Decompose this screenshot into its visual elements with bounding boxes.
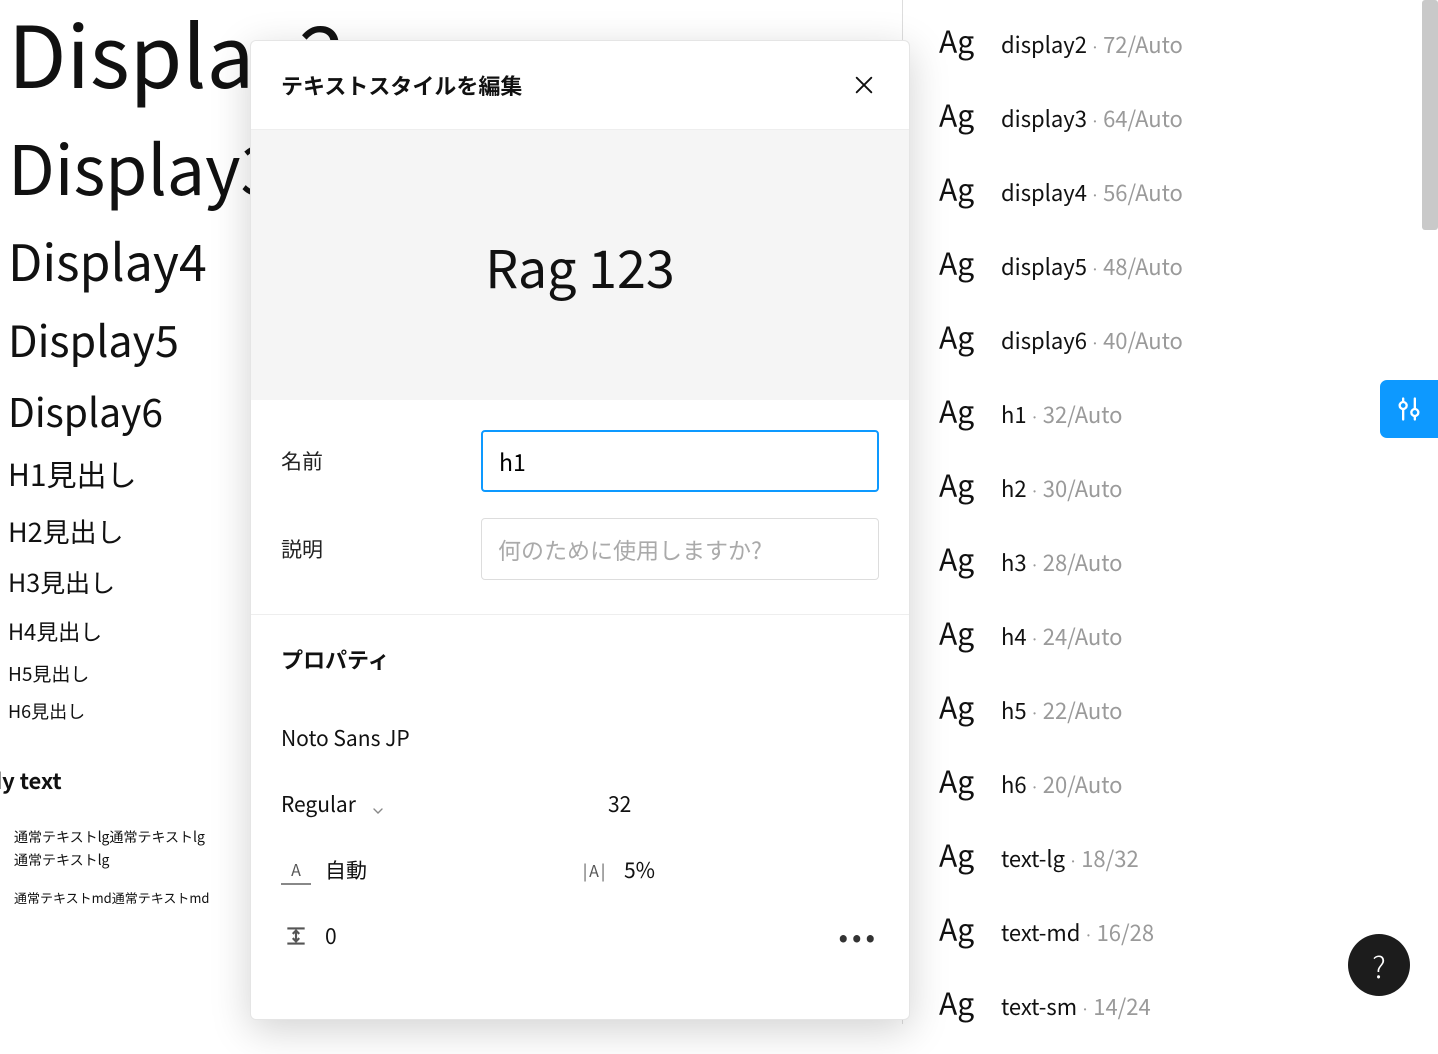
paragraph-spacing-icon	[281, 921, 311, 951]
separator-dot: ·	[1087, 256, 1103, 280]
text-styles-panel: Ag display2 · 72/Auto Ag display3 · 64/Auto…	[902, 0, 1438, 1024]
style-name: text-lg	[1001, 842, 1065, 874]
description-input[interactable]	[481, 518, 879, 580]
separator-dot: ·	[1087, 182, 1103, 206]
letter-spacing-icon: |A|	[580, 855, 610, 885]
style-preview-glyph: Ag	[939, 536, 983, 580]
style-name: h3	[1001, 546, 1027, 578]
style-meta: 56/Auto	[1103, 176, 1183, 208]
separator-dot: ·	[1027, 404, 1043, 428]
style-row-display6[interactable]: Ag display6 · 40/Auto	[939, 314, 1402, 388]
separator-dot: ·	[1027, 478, 1043, 502]
chevron-down-icon	[370, 796, 386, 812]
style-row-display5[interactable]: Ag display5 · 48/Auto	[939, 240, 1402, 314]
more-options-button[interactable]: •••	[838, 916, 879, 956]
name-label: 名前	[281, 446, 481, 476]
style-row-h4[interactable]: Ag h4 · 24/Auto	[939, 610, 1402, 684]
style-preview-glyph: Ag	[939, 462, 983, 506]
style-preview-glyph: Ag	[939, 240, 983, 284]
separator-dot: ·	[1077, 996, 1093, 1020]
separator-dot: ·	[1027, 700, 1043, 724]
sliders-icon	[1395, 395, 1423, 423]
style-row-display4[interactable]: Ag display4 · 56/Auto	[939, 166, 1402, 240]
style-preview: Rag 123	[251, 130, 909, 400]
style-meta: 40/Auto	[1103, 324, 1183, 356]
style-name: display5	[1001, 250, 1087, 282]
help-icon: ?	[1372, 943, 1386, 987]
separator-dot: ·	[1027, 552, 1043, 576]
edit-text-style-modal: テキストスタイルを編集 Rag 123 名前 説明 プロパティ Noto San…	[250, 40, 910, 1020]
style-row-text-sm[interactable]: Ag text-sm · 14/24	[939, 980, 1402, 1054]
line-height-input[interactable]: 自動	[325, 855, 367, 885]
style-meta: 18/32	[1081, 842, 1138, 874]
paragraph-spacing-input[interactable]: 0	[325, 921, 337, 951]
style-preview-glyph: Ag	[939, 980, 983, 1024]
style-meta: 16/28	[1097, 916, 1154, 948]
style-row-h3[interactable]: Ag h3 · 28/Auto	[939, 536, 1402, 610]
style-preview-glyph: Ag	[939, 758, 983, 802]
scrollbar[interactable]	[1422, 0, 1438, 230]
style-name: display2	[1001, 28, 1087, 60]
style-preview-glyph: Ag	[939, 832, 983, 876]
letter-spacing-input[interactable]: 5%	[624, 855, 655, 885]
style-name: h5	[1001, 694, 1027, 726]
style-name: h1	[1001, 398, 1027, 430]
properties-heading: プロパティ	[281, 643, 879, 675]
style-preview-glyph: Ag	[939, 684, 983, 728]
close-button[interactable]	[849, 70, 879, 100]
separator-dot: ·	[1087, 330, 1103, 354]
help-button[interactable]: ?	[1348, 934, 1410, 996]
line-height-icon: A	[281, 855, 311, 885]
adjust-panel-tab[interactable]	[1380, 380, 1438, 438]
style-preview-glyph: Ag	[939, 166, 983, 210]
separator-dot: ·	[1087, 34, 1103, 58]
style-meta: 22/Auto	[1043, 694, 1123, 726]
separator-dot: ·	[1087, 108, 1103, 132]
style-name: display3	[1001, 102, 1087, 134]
style-meta: 14/24	[1093, 990, 1150, 1022]
style-name: text-md	[1001, 916, 1080, 948]
style-meta: 32/Auto	[1043, 398, 1123, 430]
style-preview-glyph: Ag	[939, 388, 983, 432]
style-preview-glyph: Ag	[939, 906, 983, 950]
style-meta: 72/Auto	[1103, 28, 1183, 60]
separator-dot: ·	[1027, 626, 1043, 650]
description-label: 説明	[281, 534, 481, 564]
style-meta: 24/Auto	[1043, 620, 1123, 652]
style-row-h1[interactable]: Ag h1 · 32/Auto	[939, 388, 1402, 462]
style-name: display4	[1001, 176, 1087, 208]
style-name: h2	[1001, 472, 1027, 504]
close-icon	[853, 74, 875, 96]
style-row-display2[interactable]: Ag display2 · 72/Auto	[939, 18, 1402, 92]
style-row-text-md[interactable]: Ag text-md · 16/28	[939, 906, 1402, 980]
style-meta: 48/Auto	[1103, 250, 1183, 282]
font-weight-select[interactable]: Regular	[281, 789, 356, 819]
modal-title: テキストスタイルを編集	[281, 69, 522, 101]
separator-dot: ·	[1065, 848, 1081, 872]
style-name: h4	[1001, 620, 1027, 652]
style-row-h6[interactable]: Ag h6 · 20/Auto	[939, 758, 1402, 832]
style-row-h2[interactable]: Ag h2 · 30/Auto	[939, 462, 1402, 536]
style-name: text-sm	[1001, 990, 1077, 1022]
name-input[interactable]	[481, 430, 879, 492]
style-name: display6	[1001, 324, 1087, 356]
style-row-text-lg[interactable]: Ag text-lg · 18/32	[939, 832, 1402, 906]
style-preview-glyph: Ag	[939, 314, 983, 358]
separator-dot: ·	[1027, 774, 1043, 798]
style-preview-glyph: Ag	[939, 92, 983, 136]
font-size-input[interactable]: 32	[608, 789, 631, 819]
separator-dot: ·	[1080, 922, 1096, 946]
font-family-select[interactable]: Noto Sans JP	[281, 723, 410, 753]
style-meta: 20/Auto	[1043, 768, 1123, 800]
style-preview-glyph: Ag	[939, 18, 983, 62]
style-preview-glyph: Ag	[939, 610, 983, 654]
style-row-display3[interactable]: Ag display3 · 64/Auto	[939, 92, 1402, 166]
style-meta: 28/Auto	[1043, 546, 1123, 578]
style-name: h6	[1001, 768, 1027, 800]
style-meta: 64/Auto	[1103, 102, 1183, 134]
style-row-h5[interactable]: Ag h5 · 22/Auto	[939, 684, 1402, 758]
style-meta: 30/Auto	[1043, 472, 1123, 504]
